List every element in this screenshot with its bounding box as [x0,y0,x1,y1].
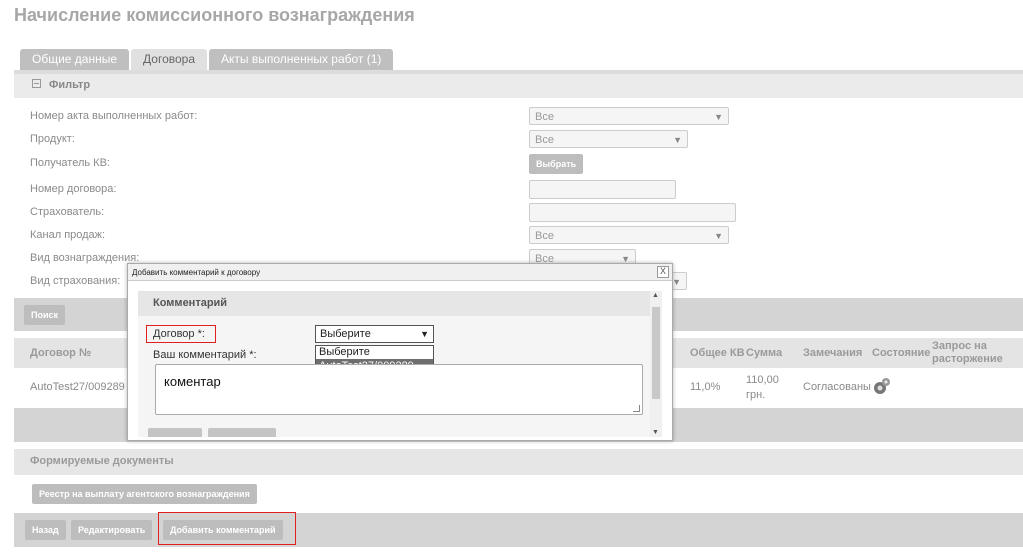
gear-icon[interactable] [872,376,892,396]
filter-header[interactable]: Фильтр [14,74,1023,98]
insurer-input[interactable] [529,203,736,222]
comment-textarea[interactable]: коментар [155,364,643,415]
contract-number-label: Номер договора: [30,183,117,195]
dropdown-option[interactable]: Выберите [316,346,433,359]
page-title: Начисление комиссионного вознаграждения [14,5,415,25]
collapse-icon[interactable] [32,79,41,88]
select-recipient-button[interactable]: Выбрать [529,154,584,174]
row-remarks: Согласованы [803,381,871,393]
act-number-select[interactable]: Все ▼ [529,107,729,125]
back-button[interactable]: Назад [25,520,66,540]
edit-button[interactable]: Редактировать [71,520,153,540]
act-number-value: Все [535,111,554,123]
chevron-down-icon: ▼ [673,135,682,145]
product-value: Все [535,134,554,146]
insurer-label: Страхователь: [30,206,105,218]
channel-label: Канал продаж: [30,229,106,241]
scroll-thumb[interactable] [652,307,660,399]
insurance-type-label: Вид страхования: [30,275,121,287]
dialog-button-1[interactable] [148,428,202,437]
scroll-up-icon[interactable]: ▲ [652,292,659,299]
comment-text: коментар [164,374,221,389]
col-status: Состояние [872,347,931,359]
dialog-scrollbar[interactable]: ▲ ▼ [650,291,662,437]
product-label: Продукт: [30,133,75,145]
col-remarks: Замечания [803,347,863,359]
tab-strip: Общие данные Договора Акты выполненных р… [20,49,394,70]
registry-button[interactable]: Реестр на выплату агентского вознагражде… [32,484,257,504]
highlight-contract-label [146,325,216,343]
tab-general[interactable]: Общие данные [20,49,130,70]
channel-value: Все [535,230,554,242]
row-sum-value: 110,00 [746,374,779,386]
comment-section-title: Комментарий [138,291,650,316]
resize-handle-icon[interactable] [633,405,640,412]
col-contract: Договор № [30,347,92,359]
contract-number-input[interactable] [529,180,676,199]
product-select[interactable]: Все ▼ [529,130,688,148]
chevron-down-icon: ▼ [672,277,681,287]
col-termination-request: Запрос на расторжение [932,340,1003,365]
chevron-down-icon: ▼ [714,231,723,241]
reward-type-label: Вид вознаграждения: [30,252,140,264]
row-contract[interactable]: AutoTest27/009289 [30,381,125,393]
contract-select[interactable]: Выберите ▼ [315,325,434,343]
add-comment-dialog: Добавить комментарий к договору X Коммен… [127,263,673,441]
documents-title: Формируемые документы [30,455,174,467]
search-button[interactable]: Поиск [24,305,66,325]
tab-acts[interactable]: Акты выполненных работ (1) [209,49,394,70]
chevron-down-icon: ▼ [714,112,723,122]
contract-select-value: Выберите [320,328,371,340]
dialog-body: Комментарий Договор *: Выберите ▼ Выбери… [138,291,650,437]
act-number-label: Номер акта выполненных работ: [30,110,198,122]
filter-title: Фильтр [49,79,91,91]
chevron-down-icon: ▼ [420,329,429,339]
highlight-add-comment [158,512,296,545]
row-kv: 11,0% [690,381,721,393]
close-icon[interactable]: X [657,266,669,278]
dialog-title: Добавить комментарий к договору [128,264,672,281]
tab-contracts[interactable]: Договора [131,49,208,70]
comment-field-label: Ваш комментарий *: [153,349,257,361]
dialog-button-2[interactable] [208,428,276,437]
channel-select[interactable]: Все ▼ [529,226,729,244]
scroll-down-icon[interactable]: ▼ [652,429,659,436]
col-total-kv: Общее КВ [690,347,745,359]
col-sum: Сумма [746,347,783,359]
row-sum-currency: грн. [746,389,766,401]
recipient-label: Получатель КВ: [30,157,110,169]
